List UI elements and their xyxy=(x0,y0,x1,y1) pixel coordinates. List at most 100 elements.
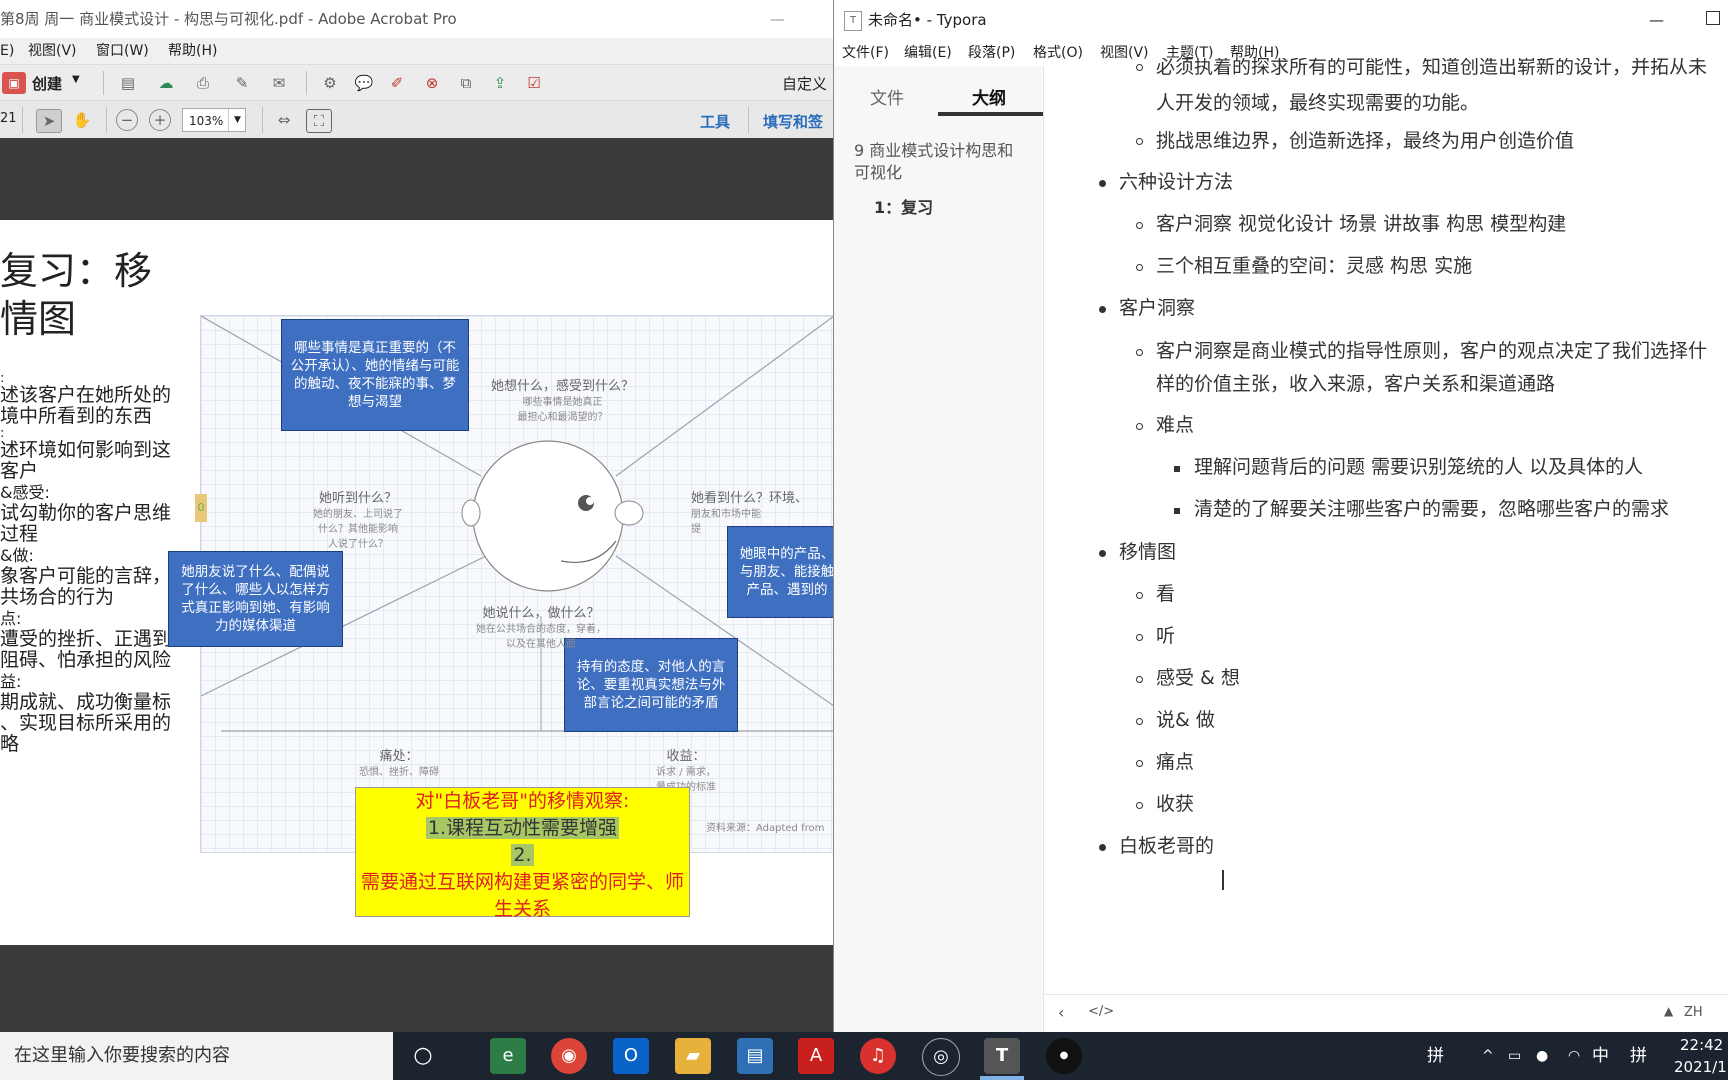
windows-taskbar: 在这里输入你要搜索的内容 ○ e ◉ O ▰ ▤ A ♫ ◎ T ● 拼 ^ ▭… xyxy=(0,1032,1728,1080)
create-button[interactable]: 创建 xyxy=(32,73,62,94)
fit-page-icon[interactable]: ⛶ xyxy=(306,109,332,133)
outlook-icon[interactable]: O xyxy=(613,1038,649,1074)
list-item: 收获 xyxy=(1156,793,1195,815)
fit-width-icon[interactable]: ⇔ xyxy=(272,109,296,131)
menu-edit[interactable]: E) xyxy=(0,38,14,64)
typora-editor[interactable]: 必须执着的探求所有的可能性，知道创造出崭新的设计，并拓从未 人开发的领域，最终实… xyxy=(1044,58,1728,993)
video-app-icon[interactable]: ● xyxy=(1046,1038,1082,1074)
ime-chinese[interactable]: 中 xyxy=(1592,1032,1609,1080)
tab-files[interactable]: 文件 xyxy=(870,84,904,109)
delete-page-icon[interactable]: ⊗ xyxy=(420,72,444,94)
battery-icon[interactable]: ▭ xyxy=(1508,1032,1521,1080)
menu-paragraph[interactable]: 段落(P) xyxy=(968,40,1015,66)
taskbar-search-input[interactable]: 在这里输入你要搜索的内容 xyxy=(0,1032,393,1080)
empathy-box-think: 哪些事情是真正重要的（不公开承认）、她的情绪与可能的触动、夜不能寐的事、梦想与渴… xyxy=(281,319,469,431)
chevron-down-icon[interactable]: ▼ xyxy=(72,74,80,85)
maximize-icon[interactable] xyxy=(1706,11,1720,25)
comment-icon[interactable]: 💬 xyxy=(352,72,376,94)
edit-icon[interactable]: ✎ xyxy=(230,72,254,94)
outline-item-heading[interactable]: 9 商业模式设计构思和可视化 xyxy=(854,140,1024,184)
page-marker: 0 xyxy=(195,494,207,522)
qq-icon[interactable]: ● xyxy=(1536,1032,1548,1080)
empathy-box-say-do: 持有的态度、对他人的言论、要重视真实想法与外部言论之间可能的矛盾 xyxy=(564,638,738,732)
menu-help[interactable]: 帮助(H) xyxy=(168,38,217,64)
list-item: 感受 & 想 xyxy=(1156,667,1240,689)
label-think: 她想什么，感受到什么？ 哪些事情是她真正 最担心和最渴望的？ xyxy=(491,379,635,423)
cloud-upload-icon[interactable]: ☁ xyxy=(154,72,178,94)
acrobat-menubar: E) 视图(V) 窗口(W) 帮助(H) xyxy=(0,38,833,64)
ie-browser-icon[interactable]: e xyxy=(490,1038,526,1074)
acrobat-icon[interactable]: A xyxy=(798,1038,834,1074)
chrome-icon[interactable]: ◉ xyxy=(551,1038,587,1074)
typora-app-icon: T xyxy=(844,11,862,31)
stamp-icon[interactable]: ✐ xyxy=(385,72,409,94)
list-item: 痛点 xyxy=(1156,751,1195,773)
ime-mode-pinyin[interactable]: 拼 xyxy=(1427,1032,1444,1080)
export-icon[interactable]: ⇪ xyxy=(488,72,512,94)
email-icon[interactable]: ✉ xyxy=(267,72,291,94)
create-pdf-icon[interactable]: ▣ xyxy=(2,72,26,94)
note-item-2-number: 2. xyxy=(511,844,534,866)
list-item: 清楚的了解要关注哪些客户的需要，忽略哪些客户的需求 xyxy=(1194,498,1670,520)
obs-icon[interactable]: ◎ xyxy=(922,1038,960,1076)
hand-tool-icon[interactable]: ✋ xyxy=(70,109,94,131)
netease-music-icon[interactable]: ♫ xyxy=(860,1038,896,1074)
menu-file[interactable]: 文件(F) xyxy=(842,40,889,66)
chevron-left-icon[interactable]: ‹ xyxy=(1058,1003,1064,1022)
minimize-icon[interactable]: — xyxy=(1649,0,1664,40)
zoom-dropdown-icon[interactable]: ▼ xyxy=(228,109,246,131)
zoom-in-icon[interactable]: + xyxy=(149,109,171,131)
label-hear: 她听到什么？ 她的朋友、上司说了 什么？其他能影响 人说了什么？ xyxy=(313,491,403,550)
typora-icon[interactable]: T xyxy=(984,1038,1020,1074)
list-item: 说& 做 xyxy=(1156,709,1215,731)
save-icon[interactable]: ▤ xyxy=(116,72,140,94)
outline-item-review[interactable]: 1：复习 xyxy=(874,194,933,218)
acrobat-toolbar-nav: 21 ➤ ✋ − + 103% ▼ ⇔ ⛶ 工具 填写和签 xyxy=(0,100,833,140)
zoom-out-icon[interactable]: − xyxy=(116,109,138,131)
chevron-up-icon[interactable]: ^ xyxy=(1482,1032,1494,1080)
form-icon[interactable]: ☑ xyxy=(522,72,546,94)
extract-icon[interactable]: ⧉ xyxy=(454,72,478,94)
list-item: 三个相互重叠的空间：灵感 构思 实施 xyxy=(1156,255,1473,277)
label-see: 她看到什么？环境、 朋友和市场中能提 xyxy=(691,491,809,535)
list-item: 挑战思维边界，创造新选择，最终为用户创造价值 xyxy=(1156,130,1575,152)
text-cursor-icon xyxy=(1222,870,1224,890)
source-code-icon[interactable]: </> xyxy=(1088,1004,1114,1019)
typora-sidebar: 文件 大纲 9 商业模式设计构思和可视化 1：复习 xyxy=(834,66,1044,1032)
gear-icon[interactable]: ⚙ xyxy=(318,72,342,94)
typora-window-title: 未命名• - Typora xyxy=(868,11,987,29)
list-item: 人开发的领域，最终实现需要的功能。 xyxy=(1156,92,1480,114)
ime-mode-pinyin-2[interactable]: 拼 xyxy=(1630,1032,1647,1080)
customize-label[interactable]: 自定义 xyxy=(782,73,827,94)
list-item: 移情图 xyxy=(1119,541,1177,563)
note-item-2-text: 需要通过互联网构建更紧密的同学、师 xyxy=(360,871,684,893)
list-item: 六种设计方法 xyxy=(1119,171,1234,193)
fill-sign-button[interactable]: 填写和签 xyxy=(763,111,823,132)
page-number[interactable]: 21 xyxy=(0,111,17,126)
acrobat-window-title: 第8周 周一 商业模式设计 - 构思与可视化.pdf - Adobe Acrob… xyxy=(0,10,457,28)
cortana-icon[interactable]: ○ xyxy=(405,1038,441,1074)
file-explorer-icon[interactable]: ▰ xyxy=(675,1038,711,1074)
print-icon[interactable]: ⎙ xyxy=(191,72,215,94)
clock-date[interactable]: 2021/1 xyxy=(1674,1056,1727,1078)
tools-button[interactable]: 工具 xyxy=(700,111,730,132)
select-cursor-icon[interactable]: ➤ xyxy=(36,109,62,133)
tab-outline[interactable]: 大纲 xyxy=(972,84,1006,109)
wifi-icon[interactable]: ◠ xyxy=(1568,1032,1580,1080)
list-item: 客户洞察 xyxy=(1119,297,1196,319)
app-window-icon[interactable]: ▤ xyxy=(737,1038,773,1074)
minimize-icon[interactable]: — xyxy=(770,0,785,38)
menu-window[interactable]: 窗口(W) xyxy=(96,38,149,64)
list-item: 必须执着的探求所有的可能性，知道创造出崭新的设计，并拓从未 xyxy=(1156,58,1708,78)
slide-left-text: : 述该客户在她所处的 境中所看到的东西 : 述环境如何影响到这 客户 &感受:… xyxy=(0,371,191,755)
language-indicator[interactable]: ZH xyxy=(1684,1005,1703,1020)
list-item: 客户洞察是商业模式的指导性原则，客户的观点决定了我们选择什 xyxy=(1156,340,1708,362)
clock-time[interactable]: 22:42 xyxy=(1680,1034,1723,1056)
note-title: 对"白板老哥"的移情观察: xyxy=(415,790,630,812)
menu-view[interactable]: 视图(V) xyxy=(28,38,77,64)
tab-active-indicator xyxy=(938,112,1043,116)
empathy-box-hear: 她朋友说了什么、配偶说了什么、哪些人以怎样方式真正影响到她、有影响力的媒体渠道 xyxy=(168,551,343,647)
empathy-box-see: 她眼中的产品、与朋友、能接触产品、遇到的 xyxy=(727,526,833,618)
label-pain: 痛处： 恐惧、挫折、障碍 xyxy=(359,749,439,778)
menu-edit[interactable]: 编辑(E) xyxy=(904,40,952,66)
